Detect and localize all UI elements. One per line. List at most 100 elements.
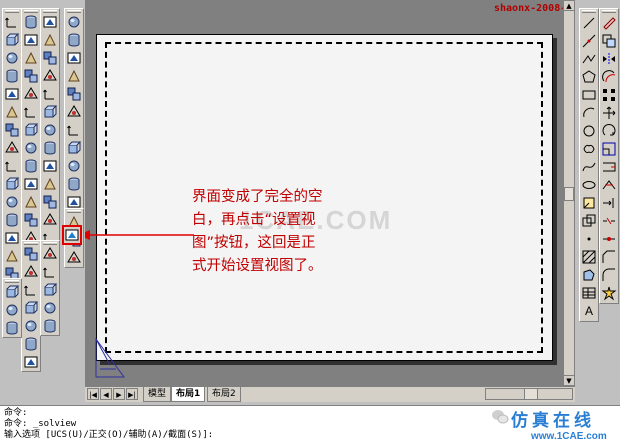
horizontal-scrollbar[interactable] <box>485 388 573 400</box>
render-icon-3[interactable] <box>23 282 39 298</box>
revcloud-icon[interactable] <box>581 141 597 157</box>
ucs-icon-10[interactable] <box>4 176 20 192</box>
ucs-icon-2[interactable] <box>4 32 20 48</box>
sphere-icon-1[interactable] <box>42 246 58 262</box>
toolbar-grip[interactable] <box>43 242 57 245</box>
tab-nav-prev-icon[interactable]: ◀ <box>100 388 112 400</box>
view-icon-2[interactable] <box>4 302 20 318</box>
ucs-icon-8[interactable] <box>4 140 20 156</box>
sphere-icon-3[interactable] <box>42 282 58 298</box>
ucs-icon-4[interactable] <box>4 68 20 84</box>
region-icon[interactable] <box>581 267 597 283</box>
move-icon[interactable] <box>601 105 617 121</box>
line-icon[interactable] <box>581 15 597 31</box>
tab-layout1[interactable]: 布局1 <box>171 387 206 402</box>
toolbar-grip[interactable] <box>67 10 81 13</box>
ellipse-icon[interactable] <box>581 177 597 193</box>
cylinder-icon-3[interactable] <box>42 50 58 66</box>
solid-box-icon-11[interactable] <box>23 194 39 210</box>
cylinder-icon-12[interactable] <box>42 212 58 228</box>
stretch-icon[interactable] <box>601 159 617 175</box>
circle-icon[interactable] <box>581 123 597 139</box>
wedge-icon-10[interactable] <box>66 176 82 192</box>
render-icon-5[interactable] <box>23 318 39 334</box>
fillet-icon[interactable] <box>601 267 617 283</box>
solid-box-icon-8[interactable] <box>23 140 39 156</box>
vertical-scrollbar[interactable]: ▲ ▼ <box>563 0 575 386</box>
cylinder-icon-11[interactable] <box>42 194 58 210</box>
setup-view-button[interactable] <box>62 225 82 245</box>
ucs-icon-6[interactable] <box>4 104 20 120</box>
array-icon[interactable] <box>601 87 617 103</box>
wedge-icon-5[interactable] <box>66 86 82 102</box>
ucs-icon-1[interactable] <box>4 14 20 30</box>
render-icon-4[interactable] <box>23 300 39 316</box>
wedge-icon-2[interactable] <box>66 32 82 48</box>
hscroll-thumb[interactable] <box>524 389 538 399</box>
erase-icon[interactable] <box>601 15 617 31</box>
offset-icon[interactable] <box>601 69 617 85</box>
toolbar-grip[interactable] <box>5 10 19 13</box>
copy-icon[interactable] <box>601 33 617 49</box>
solid-box-icon-4[interactable] <box>23 68 39 84</box>
cylinder-icon-7[interactable] <box>42 122 58 138</box>
rotate-icon[interactable] <box>601 123 617 139</box>
cylinder-icon-4[interactable] <box>42 68 58 84</box>
ucs-icon-7[interactable] <box>4 122 20 138</box>
sphere-icon-2[interactable] <box>42 264 58 280</box>
solid-box-icon-10[interactable] <box>23 176 39 192</box>
tab-nav-last-icon[interactable]: ▶| <box>126 388 138 400</box>
table-icon[interactable] <box>581 285 597 301</box>
toolbar-grip[interactable] <box>43 10 57 13</box>
toolbar-grip[interactable] <box>24 242 38 245</box>
view-icon-3[interactable] <box>4 320 20 336</box>
ucs-icon-9[interactable] <box>4 158 20 174</box>
solid-box-icon-3[interactable] <box>23 50 39 66</box>
solid-box-icon-7[interactable] <box>23 122 39 138</box>
tab-model[interactable]: 模型 <box>143 387 172 402</box>
ucs-icon-11[interactable] <box>4 194 20 210</box>
rectangle-icon[interactable] <box>581 87 597 103</box>
cylinder-icon-10[interactable] <box>42 176 58 192</box>
spline-icon[interactable] <box>581 159 597 175</box>
scroll-down-arrow-icon[interactable]: ▼ <box>564 375 574 385</box>
toolbar-grip[interactable] <box>67 210 81 213</box>
ucs-icon-13[interactable] <box>4 230 20 246</box>
solid-box-icon-2[interactable] <box>23 32 39 48</box>
tab-nav-next-icon[interactable]: ▶ <box>113 388 125 400</box>
hatch-icon[interactable] <box>581 249 597 265</box>
render-icon-6[interactable] <box>23 336 39 352</box>
scroll-thumb[interactable] <box>564 187 574 201</box>
ucs-icon-5[interactable] <box>4 86 20 102</box>
mtext-icon[interactable]: A <box>581 303 597 319</box>
point-icon[interactable] <box>581 231 597 247</box>
union-icon-3[interactable] <box>66 250 82 266</box>
tab-layout2[interactable]: 布局2 <box>207 387 241 402</box>
toolbar-grip[interactable] <box>24 10 38 13</box>
xline-icon[interactable] <box>581 33 597 49</box>
render-icon-7[interactable] <box>23 354 39 370</box>
extend-icon[interactable] <box>601 195 617 211</box>
polygon-icon[interactable] <box>581 69 597 85</box>
toolbar-grip[interactable] <box>602 10 616 13</box>
cylinder-icon-6[interactable] <box>42 104 58 120</box>
solid-box-icon-5[interactable] <box>23 86 39 102</box>
view-icon-1[interactable] <box>4 284 20 300</box>
trim-icon[interactable] <box>601 177 617 193</box>
render-icon-2[interactable] <box>23 264 39 280</box>
cylinder-icon-1[interactable] <box>42 14 58 30</box>
solid-box-icon-1[interactable] <box>23 14 39 30</box>
insert-block-icon[interactable] <box>581 195 597 211</box>
wedge-icon-8[interactable] <box>66 140 82 156</box>
chamfer-icon[interactable] <box>601 249 617 265</box>
arc-icon[interactable] <box>581 105 597 121</box>
break-icon[interactable] <box>601 213 617 229</box>
cylinder-icon-5[interactable] <box>42 86 58 102</box>
mirror-icon[interactable] <box>601 51 617 67</box>
wedge-icon-7[interactable] <box>66 122 82 138</box>
sphere-icon-5[interactable] <box>42 318 58 334</box>
sphere-icon-4[interactable] <box>42 300 58 316</box>
wedge-icon-4[interactable] <box>66 68 82 84</box>
ucs-icon-12[interactable] <box>4 212 20 228</box>
cylinder-icon-9[interactable] <box>42 158 58 174</box>
